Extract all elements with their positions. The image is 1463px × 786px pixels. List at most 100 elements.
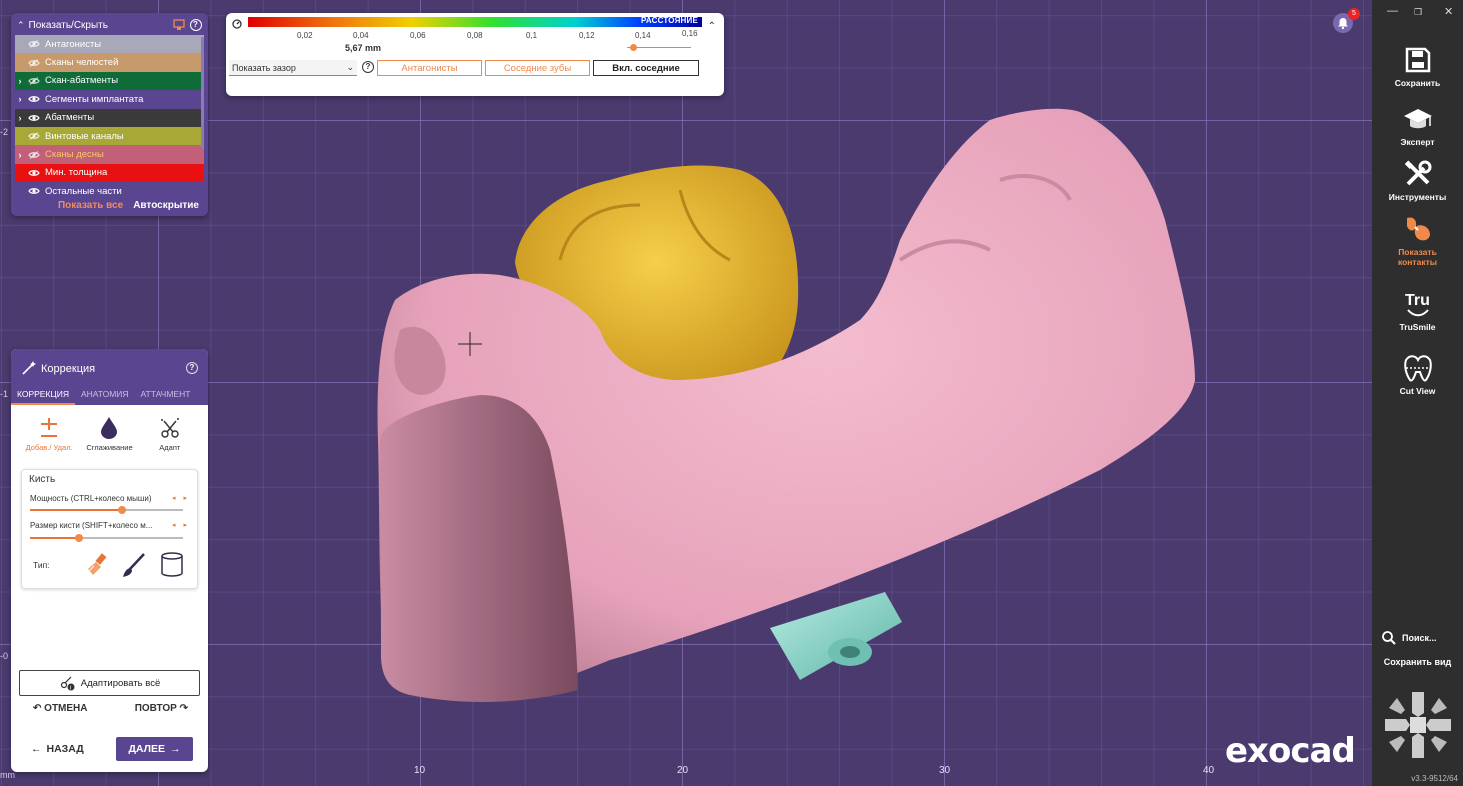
tool-add-remove[interactable]: Добав./ Удал. bbox=[23, 413, 75, 469]
help-icon[interactable]: ? bbox=[186, 362, 198, 374]
axis-unit-label: mm bbox=[0, 770, 15, 780]
search-button[interactable]: Поиск... bbox=[1382, 631, 1437, 645]
toolbar-cut-view[interactable]: Cut View bbox=[1372, 352, 1463, 396]
svg-text:Tru: Tru bbox=[1405, 292, 1430, 309]
expand-arrow-icon[interactable]: › bbox=[15, 113, 25, 123]
eye-hidden-icon[interactable] bbox=[27, 40, 41, 49]
distance-colorbar: РАССТОЯНИЕ bbox=[248, 16, 702, 27]
distance-range-slider[interactable] bbox=[627, 44, 691, 51]
brush-size-slider[interactable] bbox=[30, 534, 183, 542]
axis-y-label: -1 bbox=[0, 389, 9, 399]
axis-y-label: -2 bbox=[0, 127, 9, 137]
toolbar-save[interactable]: Сохранить bbox=[1372, 44, 1463, 88]
adapt-all-icon: i bbox=[60, 676, 75, 691]
show-all-button[interactable]: Показать все bbox=[58, 200, 123, 211]
redo-button[interactable]: ПОВТОР ↷ bbox=[135, 703, 188, 714]
collapse-chevron-icon[interactable]: ⌃ bbox=[17, 20, 25, 31]
visibility-row-label: Винтовые каналы bbox=[45, 130, 124, 142]
axis-y-label: -0 bbox=[0, 651, 9, 661]
close-icon[interactable]: ✕ bbox=[1444, 5, 1453, 18]
adjacent-teeth-button[interactable]: Соседние зубы bbox=[485, 60, 590, 76]
eye-icon[interactable] bbox=[27, 95, 41, 103]
eye-hidden-icon[interactable] bbox=[27, 132, 41, 141]
tool-adapt[interactable]: Адапт bbox=[144, 413, 196, 469]
visibility-row[interactable]: › Сканы десны bbox=[15, 145, 204, 164]
colorbar-tick: 0,14 bbox=[635, 31, 651, 40]
back-button[interactable]: ← НАЗАД bbox=[31, 737, 84, 761]
antagonists-button[interactable]: Антагонисты bbox=[377, 60, 482, 76]
scissors-icon bbox=[160, 418, 179, 438]
brush-size-arrows[interactable]: ◂ ▸ bbox=[172, 521, 190, 529]
visibility-row[interactable]: › Скан-абатменты bbox=[15, 71, 204, 91]
visibility-row[interactable]: Остальные части bbox=[15, 182, 204, 201]
cylinder-icon[interactable] bbox=[158, 551, 186, 579]
adapt-all-button[interactable]: i Адаптировать всё bbox=[19, 670, 200, 696]
right-toolbar: — ❐ ✕ Сохранить Эксперт Инструменты Пока… bbox=[1372, 0, 1463, 786]
enable-adjacent-button[interactable]: Вкл. соседние bbox=[593, 60, 699, 76]
gap-display-value: Показать зазор bbox=[232, 62, 296, 73]
paint-brush-wide-icon[interactable] bbox=[84, 551, 112, 579]
colorbar-tick: 0,06 bbox=[410, 31, 426, 40]
colorbar-tick: 0,04 bbox=[353, 31, 369, 40]
brush-size-label: Размер кисти (SHIFT+колесо м... bbox=[30, 521, 153, 530]
settings-icon[interactable] bbox=[172, 19, 185, 32]
visibility-row[interactable]: Сканы челюстей bbox=[15, 53, 204, 72]
toolbar-tools[interactable]: Инструменты bbox=[1372, 158, 1463, 202]
strength-arrows[interactable]: ◂ ▸ bbox=[172, 494, 190, 502]
help-icon[interactable]: ? bbox=[189, 19, 202, 32]
tool-smooth-label: Сглаживание bbox=[86, 443, 133, 452]
auto-hide-button[interactable]: Автоскрытие bbox=[133, 200, 199, 211]
expand-arrow-icon[interactable]: › bbox=[15, 76, 25, 86]
expand-arrow-icon[interactable]: › bbox=[15, 150, 25, 160]
eye-icon[interactable] bbox=[27, 187, 41, 195]
collapse-chevron-icon[interactable]: ⌃ bbox=[708, 21, 716, 32]
eye-hidden-icon[interactable] bbox=[27, 77, 41, 85]
tab-correction[interactable]: КОРРЕКЦИЯ bbox=[11, 387, 75, 405]
eye-hidden-icon[interactable] bbox=[27, 58, 41, 67]
visibility-row-label: Сканы десны bbox=[45, 149, 104, 161]
visibility-row-label: Остальные части bbox=[45, 185, 122, 197]
toolbar-show-contacts[interactable]: Показать контакты bbox=[1372, 213, 1463, 267]
colorbar-label: РАССТОЯНИЕ bbox=[641, 16, 698, 25]
colorbar-tick: 0,12 bbox=[579, 31, 595, 40]
expand-arrow-icon[interactable]: › bbox=[15, 94, 25, 104]
tool-add-remove-label: Добав./ Удал. bbox=[25, 443, 73, 452]
notification-count-badge: 5 bbox=[1348, 8, 1360, 20]
contacts-icon bbox=[1406, 217, 1430, 241]
eye-icon[interactable] bbox=[27, 169, 41, 177]
visibility-list: Антагонисты Сканы челюстей › Скан-абатменты… bbox=[15, 35, 204, 201]
help-icon[interactable]: ? bbox=[362, 61, 374, 73]
save-view-button[interactable]: Сохранить вид bbox=[1372, 657, 1463, 667]
colorbar-tick: 0,08 bbox=[467, 31, 483, 40]
next-button[interactable]: ДАЛЕЕ → bbox=[116, 737, 193, 761]
toolbar-trusmile[interactable]: Tru TruSmile bbox=[1372, 288, 1463, 332]
axis-x-label: 40 bbox=[1203, 765, 1215, 776]
restore-icon[interactable]: ❐ bbox=[1414, 7, 1422, 18]
scrollbar[interactable] bbox=[201, 37, 204, 149]
view-navigator-icon[interactable] bbox=[1381, 688, 1455, 762]
visibility-row[interactable]: Винтовые каналы bbox=[15, 126, 204, 146]
gap-display-select[interactable]: Показать зазор ⌄ bbox=[229, 60, 357, 76]
toolbar-cut-view-label: Cut View bbox=[1399, 386, 1436, 396]
visibility-row-label: Сканы челюстей bbox=[45, 57, 119, 69]
visibility-row[interactable]: Мин. толщина bbox=[15, 163, 204, 183]
visibility-row[interactable]: Антагонисты bbox=[15, 35, 204, 54]
visibility-row[interactable]: › Сегменты имплантата bbox=[15, 90, 204, 109]
redo-label: ПОВТОР bbox=[134, 703, 177, 714]
eye-icon[interactable] bbox=[27, 114, 41, 122]
tab-anatomy[interactable]: АНАТОМИЯ bbox=[75, 387, 135, 405]
magic-wand-icon bbox=[22, 361, 36, 375]
paint-brush-thin-icon[interactable] bbox=[120, 551, 148, 579]
visibility-row[interactable]: › Абатменты bbox=[15, 108, 204, 127]
toolbar-expert[interactable]: Эксперт bbox=[1372, 103, 1463, 147]
undo-button[interactable]: ↶ ОТМЕНА bbox=[33, 703, 88, 714]
eye-hidden-icon[interactable] bbox=[27, 150, 41, 159]
tool-smooth[interactable]: Сглаживание bbox=[83, 413, 135, 469]
plus-minus-icon bbox=[41, 418, 58, 437]
minimize-icon[interactable]: — bbox=[1387, 5, 1398, 17]
colorbar-tick: 0,02 bbox=[297, 31, 313, 40]
visibility-row-label: Мин. толщина bbox=[45, 167, 108, 179]
tab-attachment[interactable]: АТТАЧМЕНТ bbox=[135, 387, 197, 405]
strength-slider[interactable] bbox=[30, 506, 183, 514]
visibility-panel-header[interactable]: ⌃ Показать/Скрыть ? bbox=[11, 17, 208, 33]
